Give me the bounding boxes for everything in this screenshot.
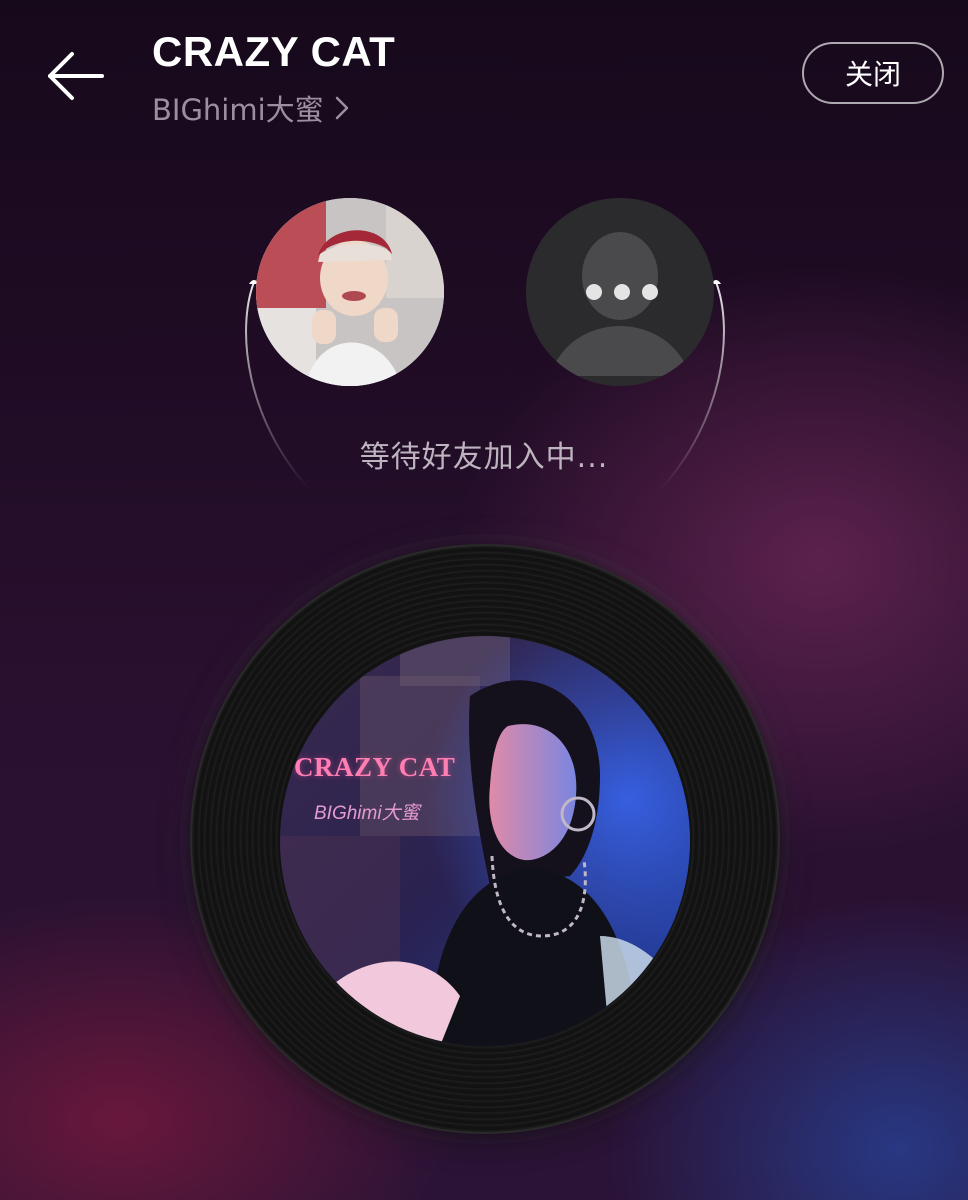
back-button[interactable] <box>40 40 112 112</box>
close-button[interactable]: 关闭 <box>802 42 944 104</box>
album-cover-art <box>280 636 690 1046</box>
user-avatar[interactable] <box>256 198 444 386</box>
user-avatar-photo <box>256 198 444 386</box>
arrow-left-icon <box>48 52 104 100</box>
cover-title: CRAZY CAT <box>294 752 456 782</box>
loading-dots-icon <box>586 284 658 300</box>
cover-artist: BIGhimi大蜜 <box>314 803 420 824</box>
friend-avatar-placeholder[interactable] <box>526 198 714 386</box>
waiting-status: 等待好友加入中... <box>359 440 609 475</box>
album-cover[interactable]: CRAZY CAT BIGhimi大蜜 <box>280 636 690 1046</box>
artist-link[interactable]: BIGhimi大蜜 <box>152 88 350 128</box>
artist-name: BIGhimi大蜜 <box>152 93 324 127</box>
song-title: CRAZY CAT <box>152 28 396 75</box>
chevron-right-icon <box>335 96 348 120</box>
